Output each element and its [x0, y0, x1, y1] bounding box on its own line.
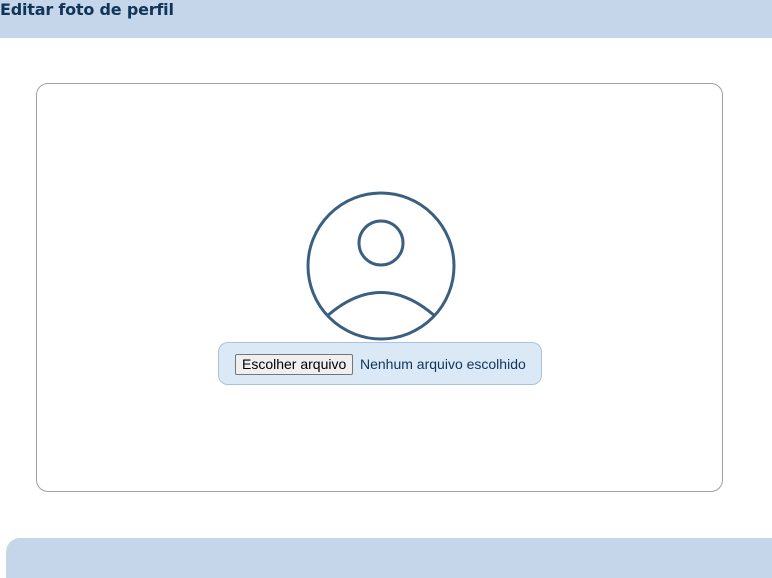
- page-title: Editar foto de perfil: [0, 0, 174, 19]
- file-status-text: Nenhum arquivo escolhido: [360, 356, 526, 372]
- choose-file-button[interactable]: Escolher arquivo: [235, 354, 354, 375]
- footer-bar: [6, 538, 772, 578]
- file-upload-field: Escolher arquivo Nenhum arquivo escolhid…: [218, 342, 542, 385]
- default-avatar-icon: [305, 190, 457, 342]
- page-header: Editar foto de perfil: [0, 0, 772, 38]
